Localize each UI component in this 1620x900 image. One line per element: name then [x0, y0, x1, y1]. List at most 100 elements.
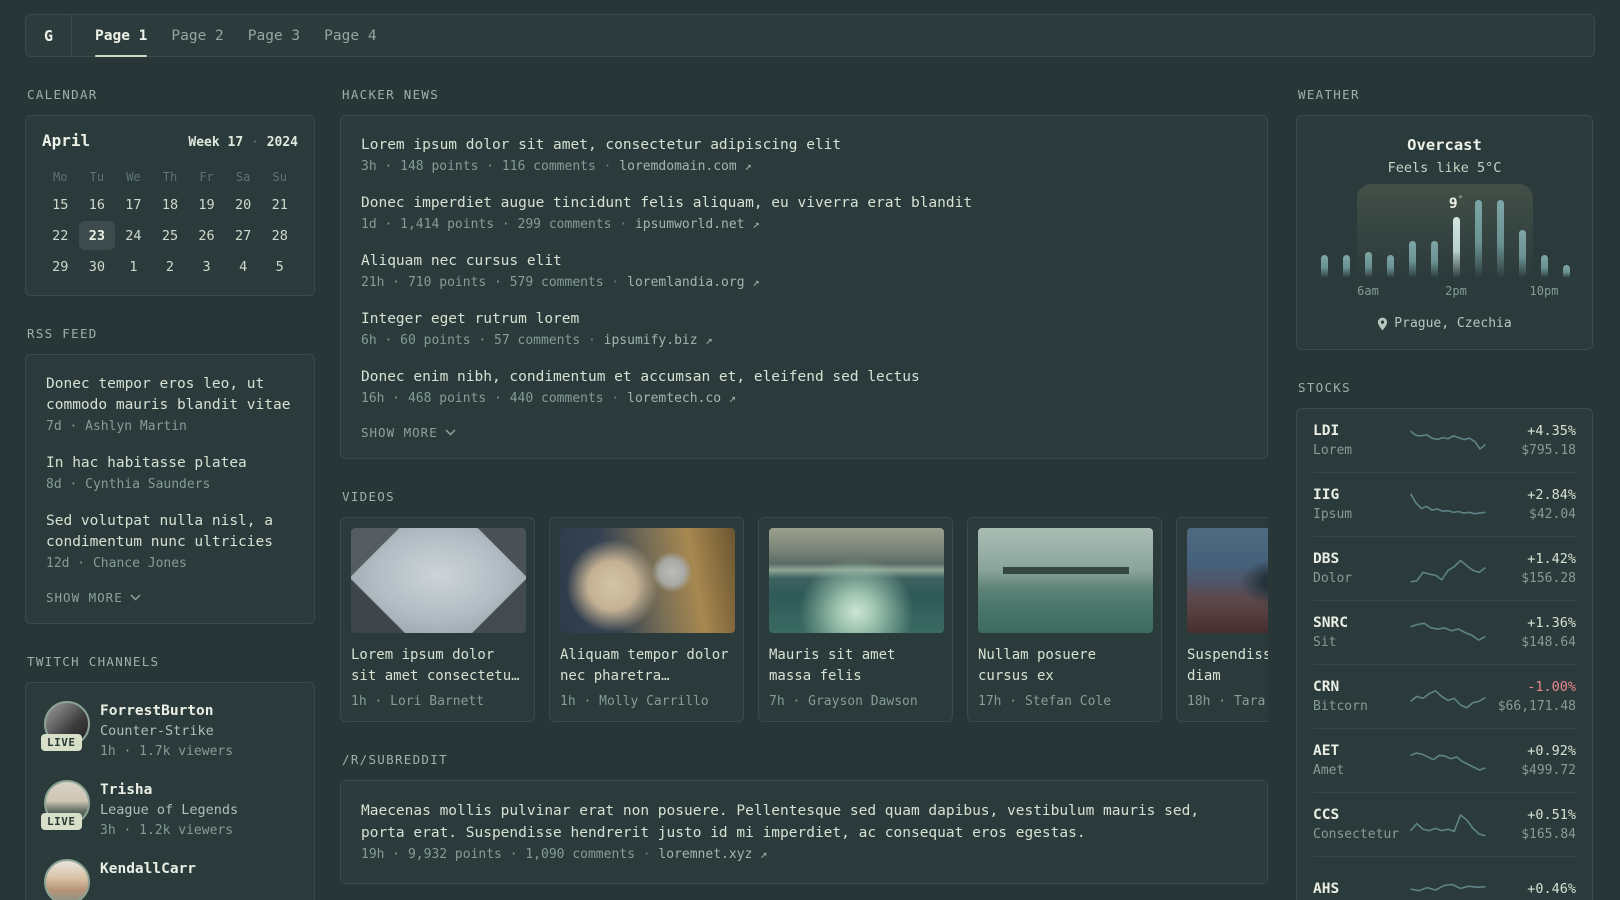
- subreddit-section-title: /R/SUBREDDIT: [342, 752, 448, 767]
- calendar-day: 20: [235, 196, 252, 213]
- external-link-icon: ↗: [760, 847, 768, 861]
- stock-row[interactable]: CCS Consectetur +0.51% $165.84: [1313, 793, 1576, 857]
- hacker-news-section-title: HACKER NEWS: [342, 87, 440, 102]
- video-title[interactable]: nec pharetra…: [560, 666, 731, 687]
- top-navigation-bar: G Page 1 Page 2 Page 3 Page 4: [25, 14, 1595, 57]
- hn-item-title[interactable]: Donec imperdiet augue tincidunt felis al…: [361, 193, 1247, 214]
- stock-row[interactable]: LDI Lorem +4.35% $795.18: [1313, 409, 1576, 473]
- weather-bar: [1452, 217, 1460, 278]
- stock-row[interactable]: CRN Bitcorn -1.00% $66,171.48: [1313, 665, 1576, 729]
- time-label: 10pm: [1529, 284, 1559, 298]
- twitch-channel[interactable]: KendallCarr: [44, 859, 296, 900]
- hn-item-domain-link[interactable]: ipsumworld.net: [635, 217, 745, 232]
- stock-change: +0.46%: [1527, 881, 1576, 897]
- twitch-channel[interactable]: LIVE ForrestBurton Counter-Strike 1h · 1…: [41, 701, 296, 762]
- calendar-day: 22: [52, 227, 69, 244]
- stock-row[interactable]: SNRC Sit +1.36% $148.64: [1313, 601, 1576, 665]
- calendar-day: 1: [129, 258, 138, 275]
- stock-row[interactable]: AET Amet +0.92% $499.72: [1313, 729, 1576, 793]
- weather-bar: [1386, 255, 1394, 278]
- hn-item-meta: 16h · 468 points · 440 comments: [361, 391, 604, 406]
- hn-item-domain-link[interactable]: ipsumify.biz: [604, 333, 698, 348]
- video-thumbnail[interactable]: [560, 528, 735, 633]
- hn-item-title[interactable]: Integer eget rutrum lorem: [361, 309, 1247, 330]
- hn-item: Donec imperdiet augue tincidunt felis al…: [361, 193, 1247, 235]
- calendar-week-year: Week 17 · 2024: [188, 135, 298, 150]
- left-column: CALENDAR April Week 17 · 2024 Mo Tu We T…: [25, 87, 315, 900]
- rss-item-title[interactable]: Sed volutpat nulla nisl, a condimentum n…: [46, 511, 294, 553]
- hn-item-domain-link[interactable]: loremlandia.org: [627, 275, 744, 290]
- tab-page-1[interactable]: Page 1: [83, 15, 159, 57]
- stock-row[interactable]: IIG Ipsum +2.84% $42.04: [1313, 473, 1576, 537]
- rss-show-more-button[interactable]: SHOW MORE: [46, 590, 294, 605]
- subreddit-post-title[interactable]: Maecenas mollis pulvinar erat non posuer…: [361, 800, 1221, 844]
- video-card[interactable]: Lorem ipsum dolor sit amet consectetu… 1…: [340, 517, 535, 722]
- stock-sparkline: [1409, 872, 1487, 900]
- channel-game[interactable]: League of Legends: [100, 800, 238, 821]
- hn-item: Aliquam nec cursus elit 21h · 710 points…: [361, 251, 1247, 293]
- rss-item-meta: 12d · Chance Jones: [46, 556, 187, 571]
- video-thumbnail[interactable]: [978, 528, 1153, 633]
- channel-game[interactable]: Counter-Strike: [100, 721, 233, 742]
- video-card[interactable]: Mauris sit amet massa felis 7h · Grayson…: [758, 517, 953, 722]
- stock-ticker: CCS: [1313, 807, 1340, 823]
- chevron-down-icon: [130, 594, 141, 601]
- hn-item-domain-link[interactable]: loremtech.co: [627, 391, 721, 406]
- hn-show-more-button[interactable]: SHOW MORE: [361, 425, 1247, 440]
- video-title[interactable]: Suspendisse: [1187, 645, 1268, 666]
- video-card[interactable]: Suspendisse diam 18h · Tara: [1176, 517, 1268, 722]
- twitch-channel[interactable]: LIVE Trisha League of Legends 3h · 1.2k …: [41, 780, 296, 841]
- video-title[interactable]: cursus ex: [978, 666, 1149, 687]
- rss-item-meta: 8d · Cynthia Saunders: [46, 477, 211, 492]
- video-title[interactable]: Aliquam tempor dolor: [560, 645, 731, 666]
- video-title[interactable]: sit amet consectetu…: [351, 666, 522, 687]
- channel-name[interactable]: KendallCarr: [100, 859, 196, 879]
- separator-dot: ·: [251, 135, 259, 150]
- separator-dot: ·: [587, 333, 596, 348]
- video-card[interactable]: Nullam posuere cursus ex 17h · Stefan Co…: [967, 517, 1162, 722]
- video-carousel: Lorem ipsum dolor sit amet consectetu… 1…: [340, 517, 1268, 722]
- hn-item-title[interactable]: Donec enim nibh, condimentum et accumsan…: [361, 367, 1247, 388]
- video-card[interactable]: Aliquam tempor dolor nec pharetra… 1h · …: [549, 517, 744, 722]
- hn-item-meta: 21h · 710 points · 579 comments: [361, 275, 604, 290]
- video-title[interactable]: diam: [1187, 666, 1268, 687]
- video-thumbnail[interactable]: [1187, 528, 1268, 633]
- tab-page-4[interactable]: Page 4: [312, 15, 388, 56]
- video-title[interactable]: Lorem ipsum dolor: [351, 645, 522, 666]
- hn-item-domain-link[interactable]: loremdomain.com: [619, 159, 736, 174]
- stock-ticker: LDI: [1313, 423, 1340, 439]
- video-title[interactable]: massa felis: [769, 666, 940, 687]
- hacker-news-card: Lorem ipsum dolor sit amet, consectetur …: [340, 115, 1268, 459]
- weekday-label: Th: [162, 170, 178, 184]
- video-title[interactable]: Nullam posuere: [978, 645, 1149, 666]
- weather-widget: WEATHER Overcast Feels like 5°C 9° 6am 2…: [1296, 87, 1593, 350]
- stock-name: Ipsum: [1313, 507, 1353, 522]
- calendar-grid: Mo Tu We Th Fr Sa Su 15 16 17 18 19 20 2…: [42, 166, 298, 281]
- hn-item-meta: 1d · 1,414 points · 299 comments: [361, 217, 612, 232]
- tab-page-3[interactable]: Page 3: [236, 15, 312, 56]
- hn-item-title[interactable]: Aliquam nec cursus elit: [361, 251, 1247, 272]
- subreddit-post-domain-link[interactable]: loremnet.xyz: [658, 847, 752, 862]
- video-thumbnail[interactable]: [769, 528, 944, 633]
- weather-bar: [1474, 200, 1482, 278]
- video-meta: 7h · Grayson Dawson: [769, 694, 918, 709]
- channel-name[interactable]: Trisha: [100, 780, 238, 800]
- rss-item-title[interactable]: In hac habitasse platea: [46, 453, 294, 474]
- channel-name[interactable]: ForrestBurton: [100, 701, 233, 721]
- map-pin-icon: [1378, 317, 1388, 330]
- external-link-icon: ↗: [752, 275, 760, 289]
- stock-row[interactable]: AHS +0.46%: [1313, 857, 1576, 900]
- hn-item-title[interactable]: Lorem ipsum dolor sit amet, consectetur …: [361, 135, 1247, 156]
- app-logo[interactable]: G: [26, 15, 72, 56]
- weather-feels-like: Feels like 5°C: [1387, 160, 1502, 176]
- subreddit-widget: /R/SUBREDDIT Maecenas mollis pulvinar er…: [340, 752, 1268, 884]
- video-thumbnail[interactable]: [351, 528, 526, 633]
- calendar-week-number: Week 17: [188, 135, 244, 150]
- hacker-news-widget: HACKER NEWS Lorem ipsum dolor sit amet, …: [340, 87, 1268, 459]
- video-title[interactable]: Mauris sit amet: [769, 645, 940, 666]
- stock-sparkline: [1409, 744, 1487, 778]
- stock-row[interactable]: DBS Dolor +1.42% $156.28: [1313, 537, 1576, 601]
- tab-page-2[interactable]: Page 2: [159, 15, 235, 56]
- rss-item-title[interactable]: Donec tempor eros leo, ut commodo mauris…: [46, 374, 294, 416]
- subreddit-post: Maecenas mollis pulvinar erat non posuer…: [361, 800, 1247, 865]
